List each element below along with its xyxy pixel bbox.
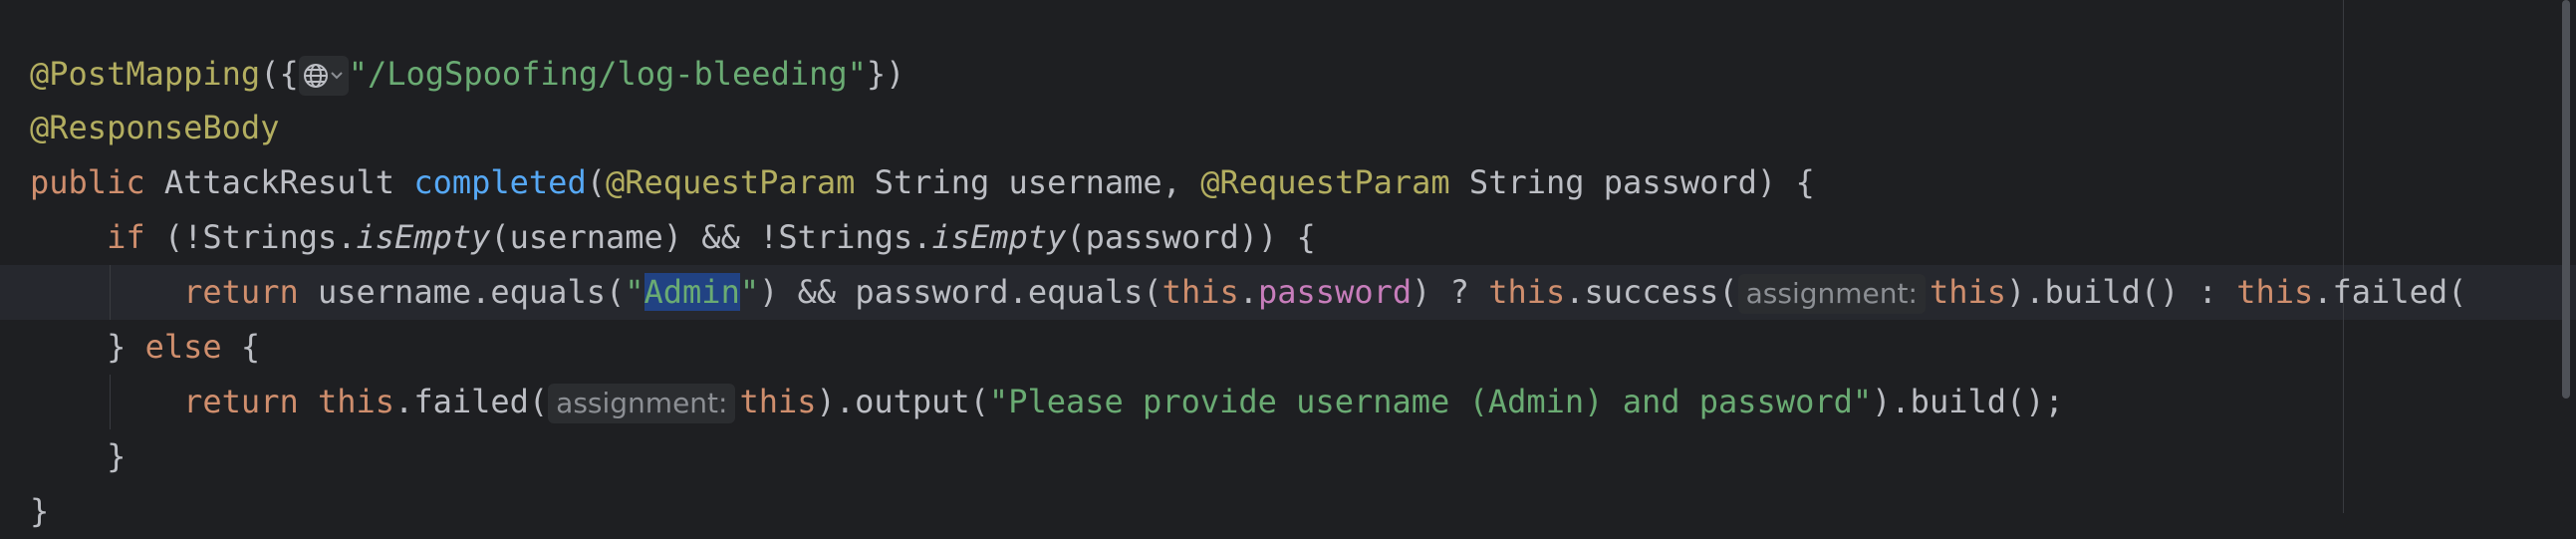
url-path-string: "/LogSpoofing/log-bleeding" xyxy=(348,55,867,93)
keyword: this xyxy=(317,383,395,420)
keyword: else xyxy=(144,328,222,366)
code-editor[interactable]: @PostMapping({"/LogSpoofing/log-bleeding… xyxy=(0,0,2576,530)
code-line-6[interactable]: } else { xyxy=(30,320,260,375)
keyword: return xyxy=(183,273,299,311)
code-line-7[interactable]: return this.failed(assignment: this).outp… xyxy=(30,375,2064,429)
code-line-3[interactable]: public AttackResult completed(@RequestPa… xyxy=(30,155,1815,210)
code-line-8[interactable]: } xyxy=(30,429,126,484)
code-line-4[interactable]: if (!Strings.isEmpty(username) && !Strin… xyxy=(30,210,1316,265)
keyword: public xyxy=(30,163,145,201)
keyword: this xyxy=(2236,273,2314,311)
field-name: password xyxy=(1258,273,1413,311)
method-name: completed xyxy=(413,163,587,201)
parameter-hint: assignment: xyxy=(548,384,736,423)
selected-text[interactable]: Admin xyxy=(644,273,740,311)
globe-icon xyxy=(303,64,328,88)
annotation: @RequestParam xyxy=(1200,163,1450,201)
code-line-1[interactable]: @PostMapping({"/LogSpoofing/log-bleeding… xyxy=(30,47,904,102)
keyword: this xyxy=(739,383,817,420)
static-method: isEmpty xyxy=(356,218,491,256)
annotation: @ResponseBody xyxy=(30,109,280,146)
url-hint-button[interactable] xyxy=(298,56,349,96)
code-line-5[interactable]: return username.equals("Admin") && passw… xyxy=(30,265,2466,320)
static-method: isEmpty xyxy=(931,218,1067,256)
keyword: return xyxy=(183,383,299,420)
code-line-9[interactable]: } xyxy=(30,484,49,539)
annotation: @PostMapping xyxy=(30,55,261,93)
parameter-hint: assignment: xyxy=(1737,274,1926,314)
keyword: if xyxy=(107,218,145,256)
keyword: this xyxy=(1161,273,1239,311)
string-literal: "Please provide username (Admin) and pas… xyxy=(988,383,1873,420)
chevron-down-icon xyxy=(331,72,343,80)
annotation: @RequestParam xyxy=(605,163,856,201)
vertical-scrollbar[interactable] xyxy=(2562,0,2570,399)
keyword: this xyxy=(1488,273,1566,311)
code-line-2[interactable]: @ResponseBody xyxy=(30,101,279,155)
right-margin-guide xyxy=(2343,0,2344,513)
keyword: this xyxy=(1929,273,2006,311)
